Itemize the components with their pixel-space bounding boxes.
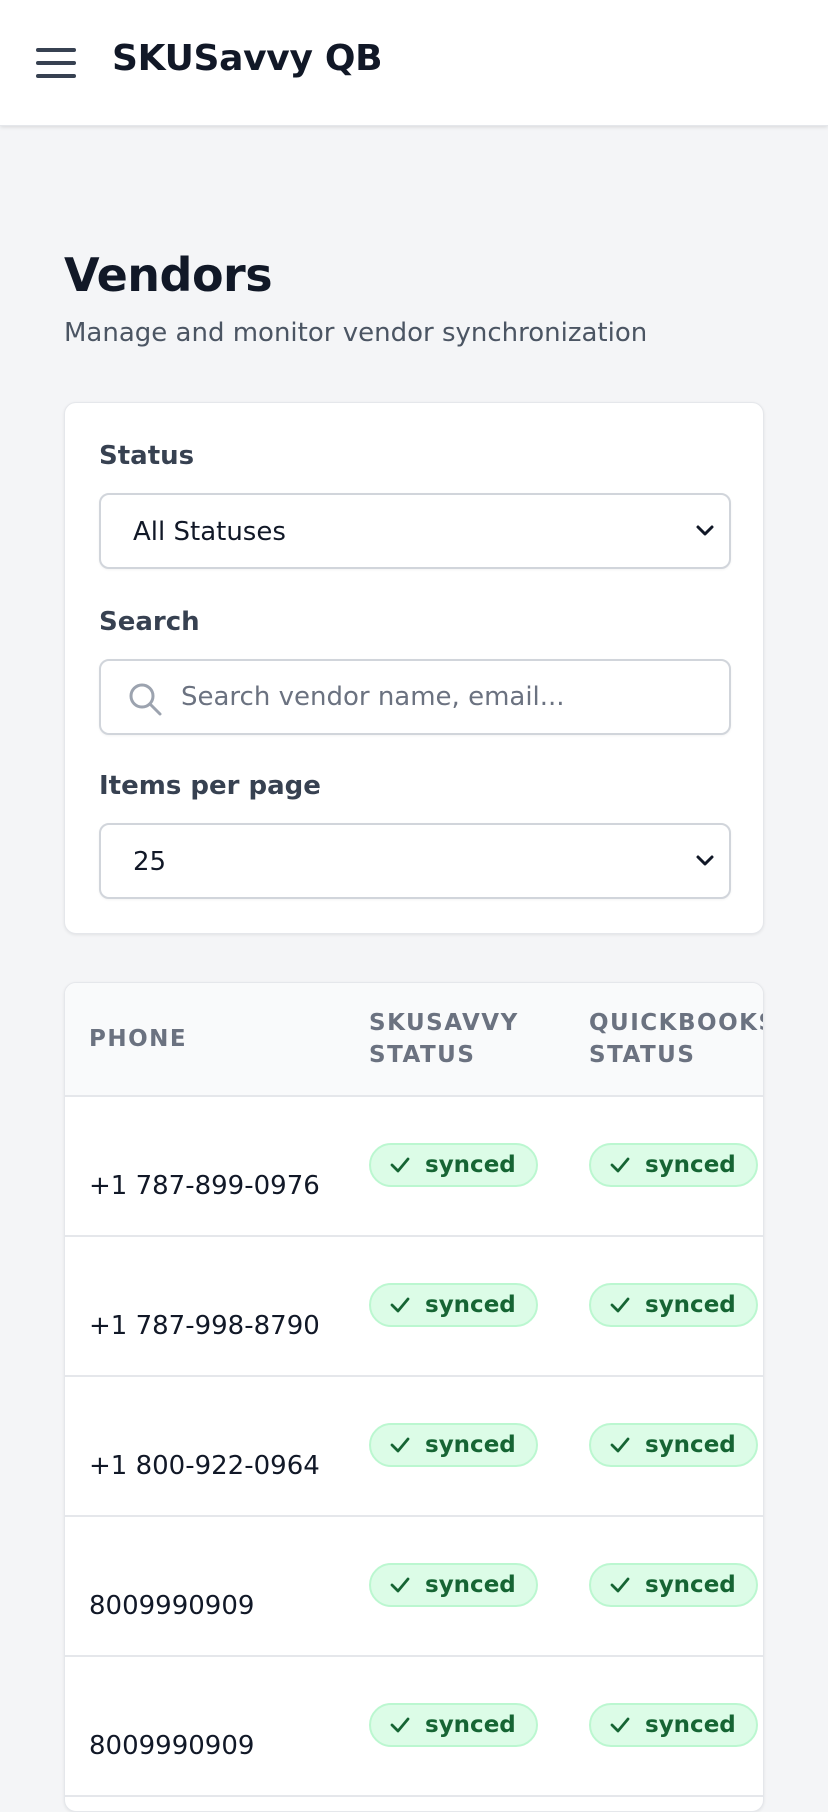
table-row[interactable]: +1 800-922-0964 synced synced — [65, 1377, 763, 1517]
items-per-page-label: Items per page — [99, 771, 321, 801]
items-per-page-value: 25 — [133, 847, 167, 877]
page-subtitle: Manage and monitor vendor synchronizatio… — [64, 318, 648, 348]
chevron-down-icon — [696, 525, 714, 536]
phone-cell: 8009990909 — [89, 1731, 255, 1761]
items-per-page-select[interactable]: 25 — [99, 823, 731, 899]
table-row[interactable]: +1 787-899-0976 synced synced — [65, 1097, 763, 1237]
filter-panel: Status All Statuses Search Items per pag… — [64, 402, 764, 934]
phone-cell: +1 800-922-0964 — [89, 1451, 320, 1481]
check-icon — [390, 1577, 410, 1593]
table-row[interactable]: 8009990909 synced synced — [65, 1657, 763, 1797]
check-icon — [390, 1297, 410, 1313]
table-row[interactable]: 8009990909 synced synced — [65, 1517, 763, 1657]
search-input[interactable] — [181, 663, 721, 731]
app-title: SKUSavvy QB — [112, 38, 383, 79]
app-header: SKUSavvy QB — [0, 0, 828, 126]
skusavvy-status-badge: synced — [369, 1703, 538, 1747]
quickbooks-status-badge: synced — [589, 1283, 758, 1327]
check-icon — [610, 1577, 630, 1593]
chevron-down-icon — [696, 855, 714, 866]
check-icon — [610, 1437, 630, 1453]
quickbooks-status-badge: synced — [589, 1703, 758, 1747]
hamburger-menu-icon[interactable] — [30, 42, 82, 84]
skusavvy-status-badge: synced — [369, 1143, 538, 1187]
search-field — [99, 659, 731, 735]
status-filter-label: Status — [99, 441, 195, 471]
phone-cell: +1 787-899-0976 — [89, 1171, 320, 1201]
status-select-value: All Statuses — [133, 517, 286, 547]
quickbooks-status-badge: synced — [589, 1563, 758, 1607]
check-icon — [390, 1157, 410, 1173]
table-row[interactable]: +1 787-998-8790 synced synced — [65, 1237, 763, 1377]
column-header-skusavvy-status[interactable]: SKUSAVVY STATUS — [369, 1007, 519, 1071]
quickbooks-status-badge: synced — [589, 1143, 758, 1187]
check-icon — [610, 1717, 630, 1733]
check-icon — [610, 1157, 630, 1173]
skusavvy-status-badge: synced — [369, 1563, 538, 1607]
check-icon — [390, 1717, 410, 1733]
check-icon — [390, 1437, 410, 1453]
page-title: Vendors — [64, 248, 273, 302]
column-header-quickbooks-status[interactable]: QUICKBOOKS STATUS — [589, 1007, 763, 1071]
skusavvy-status-badge: synced — [369, 1283, 538, 1327]
vendors-table: PHONE SKUSAVVY STATUS QUICKBOOKS STATUS … — [64, 982, 764, 1812]
phone-cell: +1 787-998-8790 — [89, 1311, 320, 1341]
search-filter-label: Search — [99, 607, 200, 637]
search-icon — [129, 683, 162, 716]
skusavvy-status-badge: synced — [369, 1423, 538, 1467]
column-header-phone[interactable]: PHONE — [89, 1023, 187, 1055]
check-icon — [610, 1297, 630, 1313]
phone-cell: 8009990909 — [89, 1591, 255, 1621]
quickbooks-status-badge: synced — [589, 1423, 758, 1467]
table-header: PHONE SKUSAVVY STATUS QUICKBOOKS STATUS — [65, 983, 763, 1097]
status-select[interactable]: All Statuses — [99, 493, 731, 569]
